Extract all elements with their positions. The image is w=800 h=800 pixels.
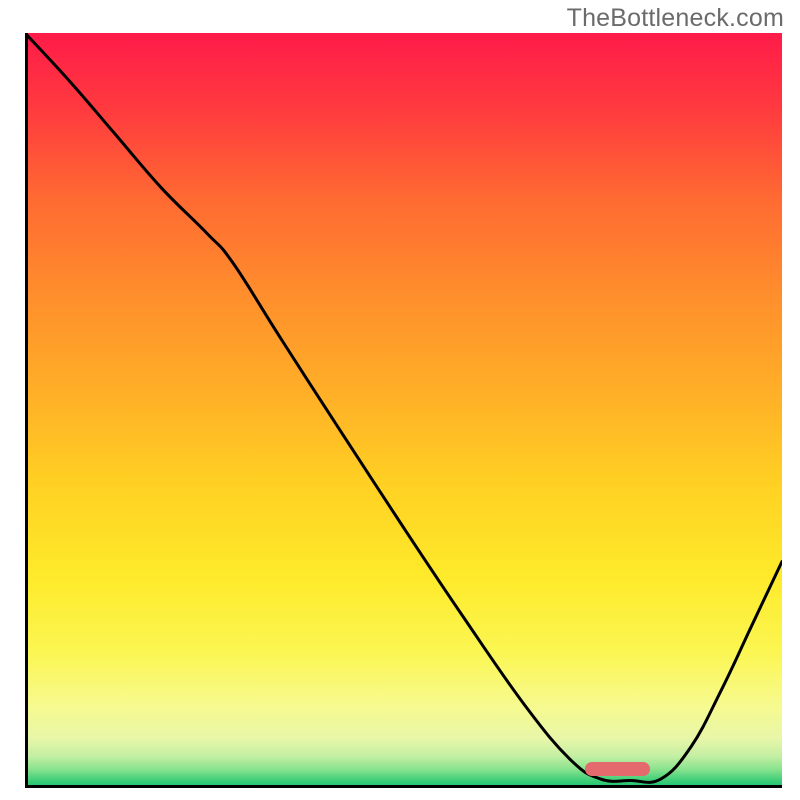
- bottleneck-curve: [25, 33, 782, 782]
- watermark-text: TheBottleneck.com: [567, 4, 784, 33]
- chart-axes-frame: [25, 33, 782, 788]
- optimal-marker: [585, 762, 649, 776]
- gradient-background: [25, 33, 782, 788]
- chart-svg: [25, 33, 782, 788]
- chart-plot-area: [25, 33, 782, 788]
